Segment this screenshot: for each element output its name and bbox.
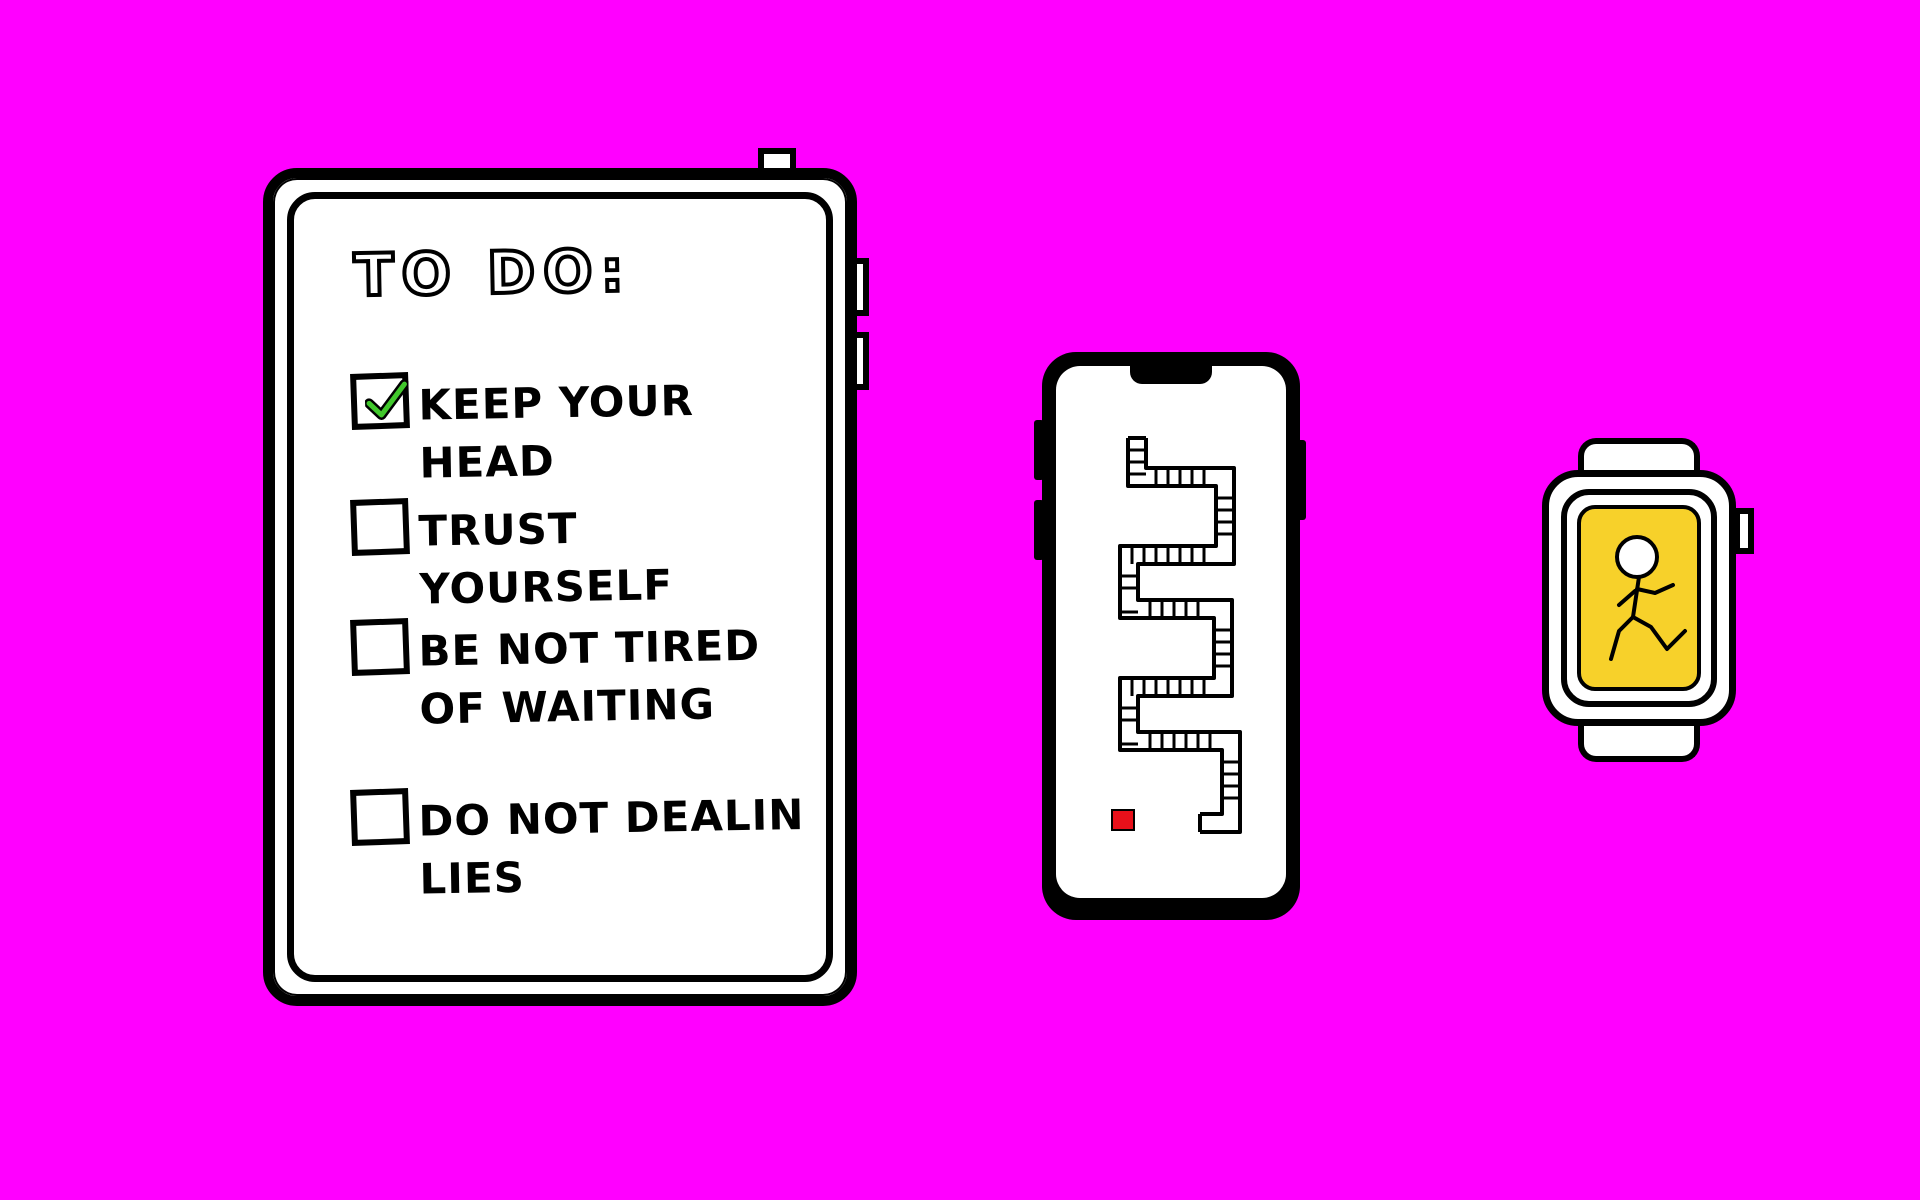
todo-item[interactable]: DO NOT DEALIN LIES xyxy=(350,788,839,905)
phone-notch xyxy=(1130,366,1212,384)
todo-title: TO DO: xyxy=(351,235,634,312)
todo-label: BE NOT TIRED OF WAITING xyxy=(418,620,761,734)
checkmark-icon xyxy=(364,379,410,420)
watch-screen xyxy=(1577,505,1701,691)
todo-label: DO NOT DEALIN LIES xyxy=(418,789,805,904)
checkbox-unchecked[interactable] xyxy=(350,788,410,846)
watch-crown xyxy=(1734,508,1754,554)
checkbox-unchecked[interactable] xyxy=(350,618,410,676)
red-square-icon xyxy=(1111,809,1135,831)
running-figure-icon xyxy=(1609,535,1687,661)
tablet-device: TO DO: KEEP YOUR HEAD TRUST YOURSELF BE … xyxy=(263,168,857,1006)
todo-item[interactable]: BE NOT TIRED OF WAITING xyxy=(350,618,839,735)
phone-screen xyxy=(1056,366,1286,898)
illustration-canvas: TO DO: KEEP YOUR HEAD TRUST YOURSELF BE … xyxy=(0,0,1920,1200)
todo-label: KEEP YOUR HEAD xyxy=(418,375,695,488)
checkbox-checked[interactable] xyxy=(350,372,410,430)
phone-device xyxy=(1042,352,1300,920)
todo-item[interactable]: KEEP YOUR HEAD xyxy=(350,372,839,489)
checkbox-unchecked[interactable] xyxy=(350,498,410,556)
todo-label: TRUST YOURSELF xyxy=(418,503,674,614)
todo-item[interactable]: TRUST YOURSELF xyxy=(350,498,839,615)
tablet-power-button xyxy=(758,148,796,168)
maze-icon xyxy=(1111,436,1242,834)
watch-bezel xyxy=(1561,489,1717,707)
tablet-screen: TO DO: KEEP YOUR HEAD TRUST YOURSELF BE … xyxy=(287,192,833,982)
watch-device xyxy=(1542,470,1736,726)
